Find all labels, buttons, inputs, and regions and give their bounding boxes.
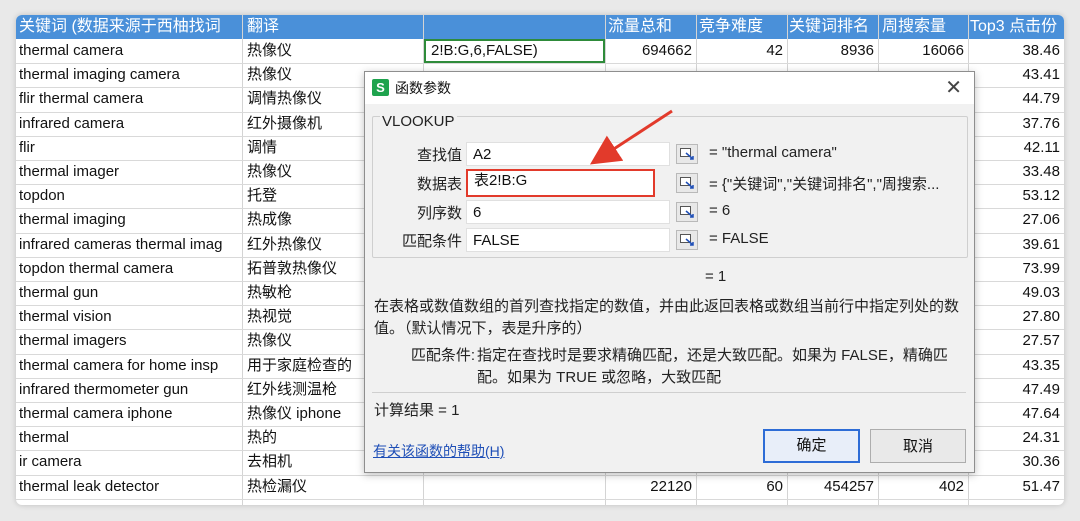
close-icon[interactable]: ✕	[945, 72, 962, 104]
table-array-result: = {"关键词","关键词排名","周搜索...	[709, 176, 940, 193]
dialog-title: 函数参数	[395, 80, 451, 96]
cell-keyword[interactable]: thermal	[19, 426, 241, 450]
function-name: VLOOKUP	[380, 113, 457, 130]
cell-top3[interactable]: 42.11	[969, 136, 1060, 160]
cell-top3[interactable]: 47.49	[969, 378, 1060, 402]
cell-rank[interactable]: 454257	[788, 475, 874, 499]
field-label-lookup-value: 查找值	[416, 147, 462, 164]
cell-top3[interactable]: 39.61	[969, 233, 1060, 257]
range-lookup-result: = FALSE	[709, 230, 769, 247]
cell-difficulty[interactable]: 60	[697, 475, 783, 499]
cell-top3[interactable]: 43.35	[969, 354, 1060, 378]
cell-top3[interactable]: 37.76	[969, 112, 1060, 136]
divider	[372, 392, 966, 393]
cell-keyword[interactable]: thermal imaging	[19, 208, 241, 232]
cell-traffic[interactable]: 22120	[606, 475, 692, 499]
col-index-result: = 6	[709, 202, 731, 219]
field-label-table-array: 数据表	[416, 176, 462, 193]
cell-weekly[interactable]: 402	[879, 475, 964, 499]
lookup-value-result: = "thermal camera"	[709, 144, 837, 161]
cell-translation[interactable]: 热像仪	[247, 39, 422, 63]
cell-keyword[interactable]: thermal imagers	[19, 329, 241, 353]
formula-overall-result: = 1	[705, 268, 727, 285]
cell-top3[interactable]: 47.64	[969, 402, 1060, 426]
screenshot-frame: 关键词 (数据来源于西柚找词 翻译 流量总和 竞争难度 关键词排名 周搜索量 T…	[0, 0, 1080, 521]
range-select-button[interactable]	[676, 202, 698, 222]
cell-top3[interactable]: 38.46	[969, 39, 1060, 63]
range-select-button[interactable]	[676, 144, 698, 164]
col-index-input[interactable]: 6	[466, 200, 670, 224]
calc-result: 计算结果 = 1	[374, 402, 460, 419]
col-header-weekly[interactable]: 周搜索量	[882, 15, 968, 39]
cell-top3[interactable]: 43.41	[969, 63, 1060, 87]
range-select-icon	[680, 206, 694, 218]
active-cell[interactable]: 2!B:G,6,FALSE)	[424, 39, 605, 63]
cell-keyword[interactable]: thermal camera for home insp	[19, 354, 241, 378]
cell-keyword[interactable]: infrared camera	[19, 112, 241, 136]
cell-top3[interactable]: 49.03	[969, 281, 1060, 305]
column-header-row: 关键词 (数据来源于西柚找词 翻译 流量总和 竞争难度 关键词排名 周搜索量 T…	[16, 15, 1064, 39]
cell-top3[interactable]: 27.80	[969, 305, 1060, 329]
range-select-button[interactable]	[676, 173, 698, 193]
ok-button[interactable]: 确定	[763, 429, 860, 463]
cell-top3[interactable]: 27.57	[969, 329, 1060, 353]
cell-keyword[interactable]: thermal gun	[19, 281, 241, 305]
cell-weekly[interactable]: 16066	[879, 39, 964, 63]
cell-translation[interactable]: 热检漏仪	[247, 475, 422, 499]
cell-keyword[interactable]: infrared cameras thermal imag	[19, 233, 241, 257]
cell-keyword[interactable]: infrared thermometer gun	[19, 378, 241, 402]
field-label-range-lookup: 匹配条件	[401, 233, 462, 250]
cell-top3[interactable]: 51.47	[969, 475, 1060, 499]
cell-top3[interactable]: 30.36	[969, 450, 1060, 474]
cell-keyword[interactable]: thermal leak detector	[19, 475, 241, 499]
cell-difficulty[interactable]: 42	[697, 39, 783, 63]
cell-keyword[interactable]: topdon	[19, 184, 241, 208]
cell-rank[interactable]: 8936	[788, 39, 874, 63]
cell-top3[interactable]: 33.48	[969, 160, 1060, 184]
cell-keyword[interactable]: thermal imaging camera	[19, 63, 241, 87]
range-select-icon	[680, 234, 694, 246]
cell-traffic[interactable]: 694662	[606, 39, 692, 63]
cell-top3[interactable]: 44.79	[969, 87, 1060, 111]
app-logo-icon: S	[372, 79, 389, 96]
function-args-dialog: S 函数参数 ✕ VLOOKUP 查找值 A2 = "thermal camer…	[364, 71, 975, 473]
dialog-titlebar: S 函数参数 ✕	[365, 72, 974, 104]
cancel-button[interactable]: 取消	[870, 429, 966, 463]
cell-top3[interactable]: 24.31	[969, 426, 1060, 450]
help-link[interactable]: 有关该函数的帮助(H)	[373, 441, 504, 461]
param-label: 匹配条件:	[410, 347, 475, 364]
cell-keyword[interactable]: flir	[19, 136, 241, 160]
range-select-icon	[680, 177, 694, 189]
cell-keyword[interactable]: thermal vision	[19, 305, 241, 329]
range-lookup-input[interactable]: FALSE	[466, 228, 670, 252]
field-label-col-index: 列序数	[416, 205, 462, 222]
cell-keyword[interactable]: flir thermal camera	[19, 87, 241, 111]
col-header-translation[interactable]: 翻译	[247, 15, 422, 39]
cell-keyword[interactable]: ir camera	[19, 450, 241, 474]
cell-top3[interactable]: 73.99	[969, 257, 1060, 281]
col-header-difficulty[interactable]: 竞争难度	[699, 15, 789, 39]
cell-top3[interactable]: 53.12	[969, 184, 1060, 208]
table-array-input[interactable]: 表2!B:G	[466, 169, 655, 197]
param-description: 指定在查找时是要求精确匹配，还是大致匹配。如果为 FALSE，精确匹配。如果为 …	[477, 347, 948, 386]
cell-keyword[interactable]: thermal camera iphone	[19, 402, 241, 426]
table-row: thermal leak detector 热检漏仪 22120 60 454257 40…	[16, 475, 1064, 500]
cell-keyword[interactable]: thermal camera	[19, 39, 241, 63]
range-select-button[interactable]	[676, 230, 698, 250]
col-header-keyword[interactable]: 关键词 (数据来源于西柚找词	[19, 15, 241, 39]
function-description: 在表格或数值数组的首列查找指定的数值，并由此返回表格或数组当前行中指定列处的数值…	[374, 298, 960, 337]
col-header-top3[interactable]: Top3 点击份	[970, 15, 1064, 39]
cell-keyword[interactable]: topdon thermal camera	[19, 257, 241, 281]
cell-top3[interactable]: 27.06	[969, 208, 1060, 232]
range-select-icon	[680, 148, 694, 160]
col-header-traffic[interactable]: 流量总和	[608, 15, 698, 39]
col-header-rank[interactable]: 关键词排名	[789, 15, 882, 39]
cell-keyword[interactable]: thermal imager	[19, 160, 241, 184]
lookup-value-input[interactable]: A2	[466, 142, 670, 166]
